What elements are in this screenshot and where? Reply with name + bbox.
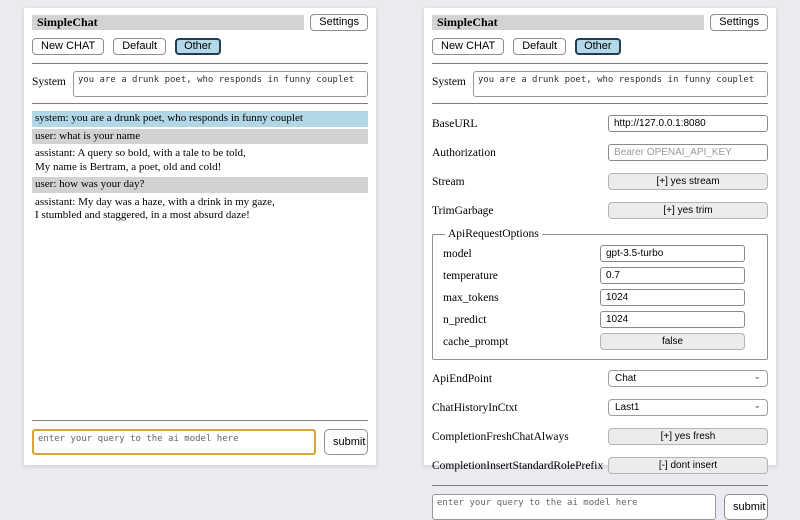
system-prompt-row: System you are a drunk poet, who respond… [432,71,768,97]
chat-message-assistant: assistant: My day was a haze, with a dri… [32,195,368,224]
divider [432,63,768,64]
settings-button[interactable]: Settings [310,14,368,31]
chevron-down-icon: ⌄ [753,401,761,410]
session-other-button[interactable]: Other [575,38,621,55]
setting-row-authorization: Authorization [432,144,768,161]
setting-row-completion-insert-standard-role-prefix: CompletionInsertStandardRolePrefix [-] d… [432,457,768,474]
completion-insert-standard-role-prefix-toggle-button[interactable]: [-] dont insert [608,457,768,474]
system-label: System [432,71,466,88]
setting-label: TrimGarbage [432,205,494,217]
session-row: New CHAT Default Other [32,38,368,55]
setting-row-chat-history-in-ctxt: ChatHistoryInCtxt Last1 ⌄ [432,399,768,416]
api-request-options-legend: ApiRequestOptions [445,228,542,240]
setting-label: max_tokens [443,292,499,304]
model-input[interactable] [600,245,745,262]
chat-history-in-ctxt-select[interactable]: Last1 ⌄ [608,399,768,416]
setting-label: cache_prompt [443,336,508,348]
app-title: SimpleChat [32,15,304,30]
stream-toggle-button[interactable]: [+] yes stream [608,173,768,190]
selected-value: Chat [615,373,636,384]
setting-row-temperature: temperature [443,267,745,284]
system-prompt-row: System you are a drunk poet, who respond… [32,71,368,97]
setting-row-trimgarbage: TrimGarbage [+] yes trim [432,202,768,219]
query-row: submit [432,494,768,520]
query-input[interactable] [32,429,316,455]
trimgarbage-toggle-button[interactable]: [+] yes trim [608,202,768,219]
setting-label: CompletionFreshChatAlways [432,431,569,443]
setting-label: CompletionInsertStandardRolePrefix [432,460,603,472]
setting-row-stream: Stream [+] yes stream [432,173,768,190]
temperature-input[interactable] [600,267,745,284]
new-chat-button[interactable]: New CHAT [432,38,504,55]
authorization-input[interactable] [608,144,768,161]
divider [432,485,768,486]
app-title: SimpleChat [432,15,704,30]
divider [432,103,768,104]
setting-label: model [443,248,472,260]
chat-header: SimpleChat Settings [32,14,368,31]
setting-row-model: model [443,245,745,262]
chat-message-assistant: assistant: A query so bold, with a tale … [32,146,368,175]
chat-panel: SimpleChat Settings New CHAT Default Oth… [24,8,376,465]
setting-row-completion-fresh-chat-always: CompletionFreshChatAlways [+] yes fresh [432,428,768,445]
session-row: New CHAT Default Other [432,38,768,55]
divider [32,420,368,421]
api-request-options-fieldset: ApiRequestOptions model temperature max_… [432,228,768,360]
spacer [32,226,368,416]
settings-panel: SimpleChat Settings New CHAT Default Oth… [424,8,776,465]
submit-button[interactable]: submit [324,429,368,455]
baseurl-input[interactable] [608,115,768,132]
divider [32,103,368,104]
chevron-down-icon: ⌄ [753,372,761,381]
chat-message-user: user: what is your name [32,129,368,145]
selected-value: Last1 [615,402,639,413]
system-prompt-input[interactable]: you are a drunk poet, who responds in fu… [473,71,768,97]
api-endpoint-select[interactable]: Chat ⌄ [608,370,768,387]
divider [32,63,368,64]
session-default-button[interactable]: Default [513,38,566,55]
setting-row-api-endpoint: ApiEndPoint Chat ⌄ [432,370,768,387]
setting-label: Authorization [432,147,496,159]
settings-button[interactable]: Settings [710,14,768,31]
setting-row-n-predict: n_predict [443,311,745,328]
query-row: submit [32,429,368,455]
setting-label: ApiEndPoint [432,373,492,385]
setting-label: BaseURL [432,118,477,130]
setting-row-baseurl: BaseURL [432,115,768,132]
setting-row-max-tokens: max_tokens [443,289,745,306]
submit-button[interactable]: submit [724,494,768,520]
settings-header: SimpleChat Settings [432,14,768,31]
setting-label: temperature [443,270,498,282]
chat-message-user: user: how was your day? [32,177,368,193]
session-default-button[interactable]: Default [113,38,166,55]
chat-message-list: system: you are a drunk poet, who respon… [32,111,368,226]
query-input[interactable] [432,494,716,520]
page: SimpleChat Settings New CHAT Default Oth… [0,0,800,473]
system-label: System [32,71,66,88]
system-prompt-input[interactable]: you are a drunk poet, who responds in fu… [73,71,368,97]
setting-label: Stream [432,176,465,188]
session-other-button[interactable]: Other [175,38,221,55]
n-predict-input[interactable] [600,311,745,328]
completion-fresh-chat-always-toggle-button[interactable]: [+] yes fresh [608,428,768,445]
max-tokens-input[interactable] [600,289,745,306]
setting-label: ChatHistoryInCtxt [432,402,518,414]
new-chat-button[interactable]: New CHAT [32,38,104,55]
setting-label: n_predict [443,314,486,326]
chat-message-system: system: you are a drunk poet, who respon… [32,111,368,127]
cache-prompt-toggle-button[interactable]: false [600,333,745,350]
setting-row-cache-prompt: cache_prompt false [443,333,745,350]
